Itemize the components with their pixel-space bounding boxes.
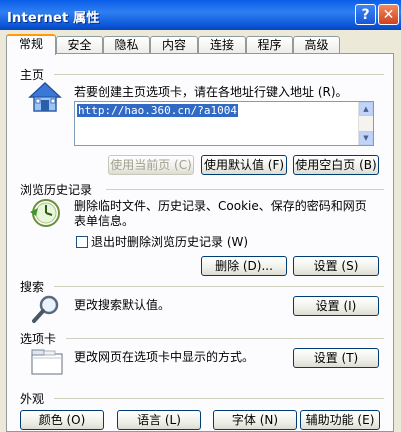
- tab-advanced[interactable]: 高级: [293, 36, 340, 54]
- homepage-section: 主页: [20, 66, 386, 83]
- fonts-button[interactable]: 字体 (N): [213, 410, 297, 430]
- magnifier-icon: [30, 294, 64, 324]
- history-section: 浏览历史记录: [20, 181, 386, 198]
- tab-security[interactable]: 安全: [56, 36, 103, 54]
- appearance-section: 外观: [20, 390, 386, 407]
- scroll-down-icon[interactable]: ▼: [359, 131, 373, 145]
- history-heading: 浏览历史记录: [20, 183, 93, 197]
- help-button[interactable]: ?: [355, 4, 376, 25]
- appearance-heading: 外观: [20, 392, 45, 406]
- languages-button[interactable]: 语言 (L): [117, 410, 201, 430]
- tab-privacy[interactable]: 隐私: [103, 36, 150, 54]
- delete-on-exit-label[interactable]: 退出时删除浏览历史记录 (W): [91, 235, 248, 249]
- history-divider: [106, 189, 384, 190]
- search-section: 搜索: [20, 278, 386, 295]
- search-divider: [54, 286, 384, 287]
- tabs-heading: 选项卡: [20, 332, 57, 346]
- delete-history-button[interactable]: 删除 (D)...: [201, 256, 287, 276]
- homepage-url-textarea[interactable]: http://hao.360.cn/?a1004 ▲ ▼: [74, 101, 374, 146]
- use-blank-button[interactable]: 使用空白页 (B): [293, 155, 379, 175]
- close-button[interactable]: ✕: [378, 4, 399, 25]
- homepage-heading: 主页: [20, 68, 45, 82]
- window-title: Internet 属性: [7, 11, 100, 26]
- search-description: 更改搜索默认值。: [74, 298, 171, 312]
- homepage-description: 若要创建主页选项卡，请在各地址行键入地址 (R)。: [74, 85, 348, 99]
- tabs-description: 更改网页在选项卡中显示的方式。: [74, 350, 255, 364]
- use-default-button[interactable]: 使用默认值 (F): [201, 155, 287, 175]
- homepage-url-value: http://hao.360.cn/?a1004: [77, 104, 238, 117]
- appearance-divider: [54, 398, 384, 399]
- search-heading: 搜索: [20, 280, 45, 294]
- tabs-section: 选项卡: [20, 330, 386, 347]
- homepage-divider: [54, 74, 384, 75]
- home-icon: [28, 81, 62, 113]
- tab-connections[interactable]: 连接: [198, 36, 246, 54]
- tabs-divider: [66, 338, 384, 339]
- title-bar: Internet 属性 ? ✕: [0, 0, 401, 30]
- tab-content[interactable]: 内容: [150, 36, 198, 54]
- tabs-icon: [30, 348, 64, 376]
- url-scrollbar[interactable]: ▲ ▼: [358, 102, 373, 145]
- search-settings-button[interactable]: 设置 (I): [293, 296, 379, 316]
- tab-programs[interactable]: 程序: [246, 36, 293, 54]
- delete-on-exit-checkbox[interactable]: [76, 236, 88, 248]
- history-description-line1: 删除临时文件、历史记录、Cookie、保存的密码和网页: [74, 199, 367, 213]
- use-current-button[interactable]: 使用当前页 (C): [108, 155, 194, 175]
- colors-button[interactable]: 颜色 (O): [20, 410, 104, 430]
- accessibility-button[interactable]: 辅助功能 (E): [300, 410, 380, 430]
- tab-general[interactable]: 常规: [6, 34, 56, 55]
- history-settings-button[interactable]: 设置 (S): [293, 256, 379, 276]
- history-icon: [28, 196, 62, 230]
- scroll-up-icon[interactable]: ▲: [359, 102, 373, 116]
- tabs-settings-button[interactable]: 设置 (T): [293, 348, 379, 368]
- history-description-line2: 表单信息。: [74, 214, 135, 228]
- tab-strip: 常规 安全 隐私 内容 连接 程序 高级: [6, 34, 396, 55]
